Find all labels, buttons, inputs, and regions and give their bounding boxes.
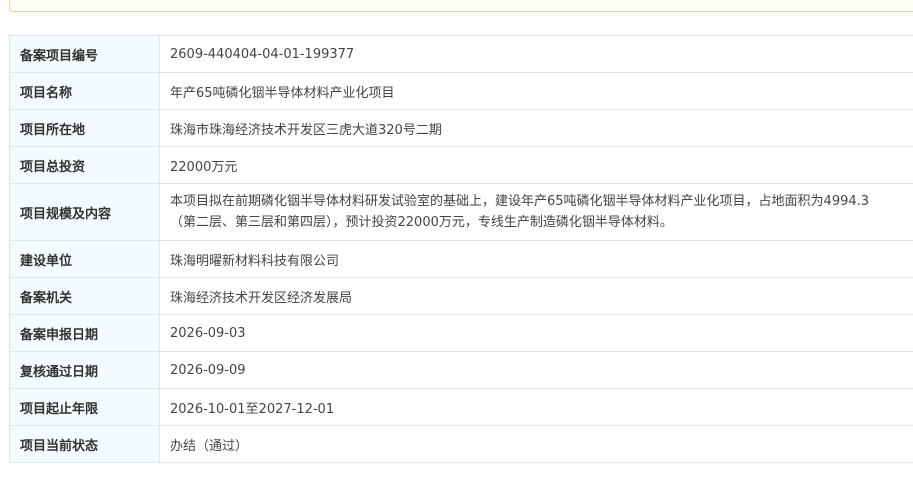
- table-row: 备案机关 珠海经济技术开发区经济发展局: [9, 277, 913, 315]
- row-value: 办结（通过）: [159, 425, 913, 463]
- row-label: 项目规模及内容: [9, 183, 160, 241]
- row-label: 备案申报日期: [9, 314, 160, 352]
- table-row: 建设单位 珠海明曜新材料科技有限公司: [9, 240, 913, 278]
- row-value: 22000万元: [159, 146, 913, 184]
- table-row: 备案项目编号 2609-440404-04-01-199377: [9, 35, 913, 73]
- table-row: 项目起止年限 2026-10-01至2027-12-01: [9, 388, 913, 426]
- row-label: 项目名称: [9, 72, 160, 110]
- row-value: 珠海市珠海经济技术开发区三虎大道320号二期: [159, 109, 913, 147]
- project-info-table: 备案项目编号 2609-440404-04-01-199377 项目名称 年产6…: [9, 35, 913, 463]
- row-label: 备案项目编号: [9, 35, 160, 73]
- row-label: 复核通过日期: [9, 351, 160, 389]
- row-label: 备案机关: [9, 277, 160, 315]
- table-row: 复核通过日期 2026-09-09: [9, 351, 913, 389]
- row-label: 项目总投资: [9, 146, 160, 184]
- table-row: 项目规模及内容 本项目拟在前期磷化铟半导体材料研发试验室的基础上，建设年产65吨…: [9, 183, 913, 241]
- row-label: 项目所在地: [9, 109, 160, 147]
- row-label: 建设单位: [9, 240, 160, 278]
- row-label: 项目起止年限: [9, 388, 160, 426]
- table-row: 项目总投资 22000万元: [9, 146, 913, 184]
- notice-box: [9, 0, 913, 12]
- row-value: 本项目拟在前期磷化铟半导体材料研发试验室的基础上，建设年产65吨磷化铟半导体材料…: [159, 183, 913, 241]
- table-row: 项目当前状态 办结（通过）: [9, 425, 913, 463]
- row-value: 2026-10-01至2027-12-01: [159, 388, 913, 426]
- row-value-line: 本项目拟在前期磷化铟半导体材料研发试验室的基础上，建设年产65吨磷化铟半导体材料…: [170, 194, 870, 209]
- row-label: 项目当前状态: [9, 425, 160, 463]
- table-row: 项目所在地 珠海市珠海经济技术开发区三虎大道320号二期: [9, 109, 913, 147]
- row-value: 2026-09-03: [159, 314, 913, 352]
- table-row: 项目名称 年产65吨磷化铟半导体材料产业化项目: [9, 72, 913, 110]
- row-value: 2609-440404-04-01-199377: [159, 35, 913, 73]
- row-value: 年产65吨磷化铟半导体材料产业化项目: [159, 72, 913, 110]
- row-value-line: （第二层、第三层和第四层），预计投资22000万元，专线生产制造磷化铟半导体材料…: [170, 215, 673, 230]
- row-value: 珠海明曜新材料科技有限公司: [159, 240, 913, 278]
- row-value: 2026-09-09: [159, 351, 913, 389]
- row-value: 珠海经济技术开发区经济发展局: [159, 277, 913, 315]
- table-row: 备案申报日期 2026-09-03: [9, 314, 913, 352]
